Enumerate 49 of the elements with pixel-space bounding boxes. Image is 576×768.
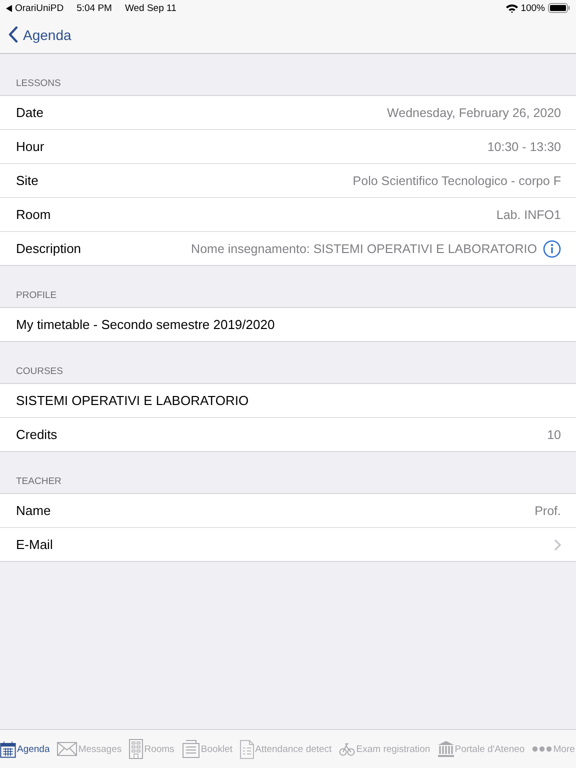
- tab-item[interactable]: Messages: [57, 742, 122, 756]
- calendar-icon: [0, 740, 16, 758]
- row-label: Name: [16, 503, 51, 518]
- back-chevron-icon: [8, 26, 18, 43]
- tab-item[interactable]: More: [532, 744, 575, 754]
- section-header: TEACHER: [16, 476, 62, 487]
- table-row[interactable]: E-Mail: [0, 527, 576, 561]
- wifi-icon: [506, 4, 518, 12]
- section-header: LESSONS: [16, 78, 61, 89]
- tab-item[interactable]: Agenda: [0, 740, 50, 758]
- checklist-icon: [240, 740, 254, 758]
- row-value: 10:30 - 13:30: [487, 140, 561, 154]
- row-label: Room: [16, 207, 51, 222]
- row-label: Date: [16, 105, 44, 120]
- info-icon[interactable]: [543, 240, 561, 258]
- tab-item[interactable]: Rooms: [129, 739, 174, 759]
- more-icon: [532, 746, 552, 752]
- row-label: My timetable - Secondo semestre 2019/2020: [16, 317, 275, 332]
- tab-item[interactable]: Portale d'Ateneo: [438, 741, 525, 757]
- tab-item[interactable]: Exam registration: [339, 742, 430, 756]
- battery-percent: 100%: [520, 2, 545, 14]
- chevron-icon: [554, 538, 561, 550]
- bank-icon: [438, 741, 454, 757]
- back-arrow-icon[interactable]: [6, 4, 12, 12]
- row-label: SISTEMI OPERATIVI E LABORATORIO: [16, 393, 249, 408]
- document-icon: [182, 740, 200, 758]
- row-value: 10: [547, 428, 561, 442]
- back-app-label[interactable]: OrariUniPD: [15, 2, 64, 14]
- row-label: E-Mail: [16, 537, 53, 552]
- back-button[interactable]: Agenda: [8, 26, 72, 43]
- row-value: Nome insegnamento: SISTEMI OPERATIVI E LABORATORIO: [191, 242, 537, 256]
- row-value: Lab. INFO1: [496, 208, 561, 222]
- row-value: Wednesday, February 26, 2020: [387, 106, 561, 120]
- building-icon: [129, 739, 144, 759]
- row-label: Description: [16, 241, 82, 256]
- row-label: Credits: [16, 427, 58, 442]
- row-value: Prof.: [534, 504, 561, 518]
- row-label: Site: [16, 173, 38, 188]
- envelope-icon: [57, 742, 78, 756]
- status-date: Wed Sep 11: [124, 2, 176, 14]
- row-value: Polo Scientifico Tecnologico - corpo F: [352, 174, 561, 188]
- section-header: PROFILE: [16, 290, 57, 301]
- section-header: COURSES: [16, 366, 63, 377]
- tab-item[interactable]: Booklet: [182, 740, 233, 758]
- row-label: Hour: [16, 139, 44, 154]
- tab-item[interactable]: Attendance detect: [240, 740, 332, 758]
- bicycle-icon: [339, 742, 356, 756]
- battery-icon: [548, 3, 570, 13]
- status-time: 5:04 PM: [76, 2, 112, 14]
